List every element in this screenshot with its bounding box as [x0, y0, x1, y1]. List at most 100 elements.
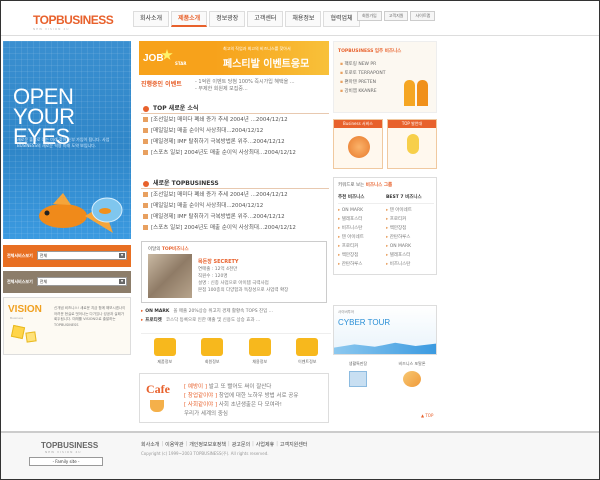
- news-item[interactable]: [스포츠 일보] 2004년도 매출 순이익 사상최대...2004/12/12: [143, 223, 329, 234]
- family-site-select[interactable]: - Family site -: [29, 457, 103, 466]
- mini-link-label: 생활특판장: [348, 361, 368, 366]
- mark-label: 프로티켓: [145, 318, 162, 323]
- nav-company[interactable]: 회사소개: [133, 11, 170, 27]
- nav-partners[interactable]: 협력업체: [323, 11, 360, 27]
- icon-link-events[interactable]: 이벤트정보: [288, 338, 326, 371]
- globe-icon: [403, 371, 421, 387]
- tile-label: TOP 발언대: [388, 120, 436, 128]
- top-speech-tile[interactable]: TOP 발언대: [387, 119, 437, 169]
- signup-link[interactable]: 회원가입: [357, 11, 382, 21]
- footer-link[interactable]: 이용약관: [165, 441, 183, 448]
- news-item[interactable]: [스포츠 일보] 2004년도 매출 순이익 사상최대...2004/12/12: [143, 148, 329, 159]
- list-item[interactable]: 텔레포스터: [338, 215, 386, 224]
- bullet-icon: [143, 180, 149, 187]
- nav-jobs[interactable]: 채용정보: [285, 11, 322, 27]
- mark-item[interactable]: ▸ 프로티켓 코스닥 등록으로 인한 매출 및 신용도 상승 효과 ...: [141, 316, 331, 325]
- key-icon: [201, 338, 224, 356]
- news-text: [스포츠 일보] 2004년도 매출 순이익 사상최대...2004/12/12: [151, 150, 296, 156]
- cafe-tag: [ 예방이 ]: [184, 384, 207, 390]
- monitor-icon: [349, 371, 367, 387]
- icon-link-members[interactable]: 회원정보: [193, 338, 231, 371]
- copyright-text: Copyright (c) 1999~2003 TOPBUSINESS(주). …: [141, 451, 269, 456]
- partner-item[interactable]: 편마텐 PRETEN: [340, 78, 385, 87]
- cafe-item[interactable]: [ 창업같이야 ] 창업에 대한 노하우 방법 서로 공유: [184, 391, 298, 399]
- news-item[interactable]: [매일일보] 매출 순이익 사상최대...2004/12/12: [143, 201, 329, 212]
- cafe-item[interactable]: [ 사회같이야 ] 사회 초년생출은 다 모여라!: [184, 400, 282, 408]
- icon-link-label: 이벤트정보: [298, 359, 317, 364]
- business-header-highlight: TOP비즈니스: [161, 247, 189, 252]
- partner-item[interactable]: 토로토 TERRAPONT: [340, 69, 385, 78]
- footer-link[interactable]: 회사소개: [141, 441, 159, 448]
- mark-item[interactable]: ▸ ON MARK 올 매출 20%상승 위고지 경제 활황속 TOPS 진입 ..…: [141, 307, 331, 316]
- list-item[interactable]: 프로티커: [386, 215, 434, 224]
- back-to-top-button[interactable]: ▲ TOP: [421, 413, 433, 418]
- support-link[interactable]: 고객지원: [383, 11, 409, 21]
- utility-nav: 회원가입 고객지원 사이트맵: [357, 11, 437, 21]
- recommended-column: 추천 비즈니스 ON MARK 텔레포스터 비즈니스탄 텐 아이네트 프로티커 …: [338, 194, 386, 269]
- footer-link[interactable]: 개인정보보호정책: [189, 441, 226, 448]
- cafe-item[interactable]: [ 예방이 ] 발고 또 빨어도 써이 잘산다: [184, 382, 271, 390]
- partner-item[interactable]: 팩토링 NEW PR: [340, 60, 385, 69]
- cube-icon: [25, 331, 37, 343]
- icon-link-jobs[interactable]: 채용정보: [241, 338, 279, 371]
- mini-link-portal[interactable]: 비즈니스 포탈론: [387, 361, 437, 387]
- news-item[interactable]: [매일일보] 매출 순이익 사상최대...2004/12/12: [143, 126, 329, 137]
- list-item[interactable]: 백만장점: [338, 251, 386, 260]
- icon-link-label: 채용정보: [252, 359, 268, 364]
- news-item[interactable]: [매일경제] IMF 탈취하기 극복방법론 위주...2004/12/12: [143, 137, 329, 148]
- event-line[interactable]: - 무제한 회원제 모집중...: [195, 86, 295, 93]
- cyber-title: CYBER TOUR: [338, 318, 391, 327]
- business-of-month[interactable]: 이달의 TOP비즈니스 목돈장 SECRETY 연매출 : 12억 4천만 직원…: [141, 241, 327, 303]
- tile-label: Business 서비스: [334, 120, 382, 128]
- partner-item[interactable]: 강비엠 KKANRE: [340, 87, 385, 96]
- footer-link[interactable]: 사업제휴: [256, 441, 274, 448]
- person-icon: [404, 80, 415, 106]
- list-item[interactable]: 백만장점: [386, 224, 434, 233]
- pen-icon: [296, 338, 319, 356]
- brand-columns: 추천 비즈니스 ON MARK 텔레포스터 비즈니스탄 텐 아이네트 프로티커 …: [338, 194, 434, 269]
- sitemap-link[interactable]: 사이트맵: [410, 11, 436, 21]
- hero-banner: OPEN YOUR EYES 새로운 출발로 여는 미래 찾아 눈부 가입이 됩…: [3, 41, 131, 239]
- event-line[interactable]: - 1억원 이벤트 당첨 100% 즉시가입 혜택을 ...: [195, 79, 295, 86]
- list-item[interactable]: 텔레포스터: [386, 251, 434, 260]
- icon-link-products[interactable]: 제품정보: [146, 338, 184, 371]
- list-item[interactable]: 비즈니스탄: [386, 260, 434, 269]
- list-item[interactable]: 프로티커: [338, 242, 386, 251]
- job-star-banner[interactable]: JOB STAR 최고의 직업과 최고의 비즈니스를 찾아서 페스티발 이벤트응…: [139, 41, 329, 75]
- list-item[interactable]: 텐 아이네트: [386, 206, 434, 215]
- vision-text: 신개념 비즈니스! 새로운 지금 함께 해보시겠나이 어려운 현실로 벗어나는 …: [54, 306, 126, 327]
- vision-box[interactable]: VISION Business 신개념 비즈니스! 새로운 지금 함께 해보시겠…: [3, 297, 131, 355]
- nav-info[interactable]: 정보광장: [209, 11, 246, 27]
- main-nav: 회사소개 제품소개 정보광장 고객센터 채용정보 협력업체: [133, 11, 362, 27]
- cyber-tour-banner[interactable]: 사이버투어 CYBER TOUR: [333, 305, 437, 355]
- partner-title: TOPBUSINESS 입주 비즈니스: [338, 49, 402, 54]
- list-item[interactable]: 잔탄하루스: [386, 233, 434, 242]
- news-item[interactable]: [조선일보] 매미다 폐쇄 증가 추세 2004년 ...2004/12/12: [143, 190, 329, 201]
- list-item[interactable]: ON MARK: [338, 206, 386, 215]
- business-service-tile[interactable]: Business 서비스: [333, 119, 383, 169]
- donut-icon: [348, 136, 370, 158]
- list-item[interactable]: 잔탄하루스: [338, 260, 386, 269]
- cafe-item[interactable]: 우리가 세계의 중심: [184, 409, 228, 417]
- hero-copy: 새로운 출발로 여는 미래 찾아 눈부 가입이 됩니다. 사업 BUSINESS…: [17, 137, 110, 148]
- footer-link[interactable]: 고객지원센터: [280, 441, 308, 448]
- top-news-list: [조선일보] 매미다 폐쇄 증가 추세 2004년 ...2004/12/12 …: [143, 115, 329, 159]
- list-item[interactable]: ON MARK: [386, 242, 434, 251]
- separator: |: [252, 441, 254, 447]
- mark-text: 코스닥 등록으로 인한 매출 및 신용도 상승 효과 ...: [165, 318, 261, 323]
- news-item[interactable]: [매일경제] IMF 탈취하기 극복방법론 위주...2004/12/12: [143, 212, 329, 223]
- list-item[interactable]: 비즈니스탄: [338, 224, 386, 233]
- list-item[interactable]: 텐 아이네트: [338, 233, 386, 242]
- service-select[interactable]: 전체 ▼: [36, 277, 127, 286]
- vision-subtitle: Business: [10, 316, 24, 320]
- nav-customer[interactable]: 고객센터: [247, 11, 284, 27]
- news-item[interactable]: [조선일보] 매미다 폐쇄 증가 추세 2004년 ...2004/12/12: [143, 115, 329, 126]
- footer-link[interactable]: 광고문의: [232, 441, 250, 448]
- mini-link-shop[interactable]: 생활특판장: [333, 361, 383, 387]
- nav-products[interactable]: 제품소개: [171, 11, 208, 27]
- cafe-box: Cafe [ 예방이 ] 발고 또 빨어도 써이 잘산다 [ 창업같이야 ] 창…: [139, 373, 329, 423]
- site-logo[interactable]: TOPBUSINESS NEW VISION 4U: [33, 13, 114, 31]
- service-select[interactable]: 전체 ▼: [36, 251, 127, 260]
- news-text: [매일경제] IMF 탈취하기 극복방법론 위주...2004/12/12: [151, 214, 285, 220]
- bullet-icon: [143, 105, 149, 112]
